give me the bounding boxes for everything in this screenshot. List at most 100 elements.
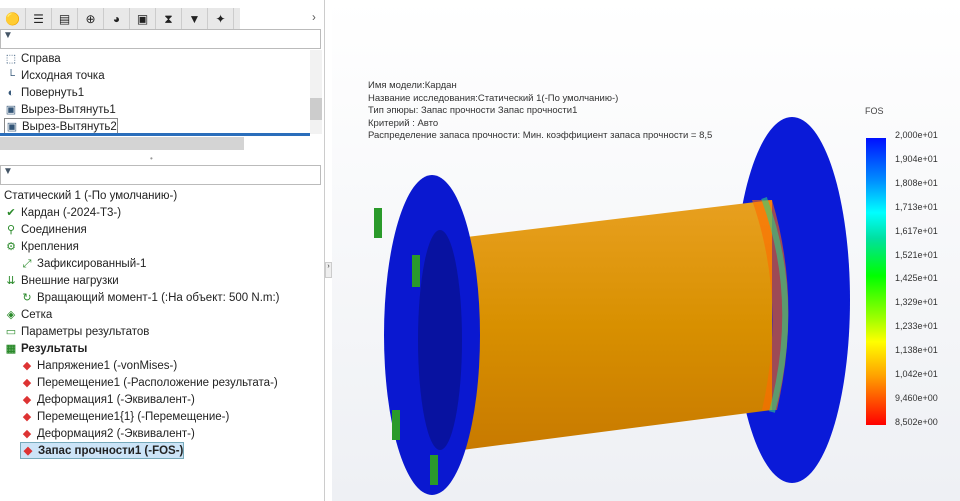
info-line: Тип эпюры: Запас прочности Запас прочнос… bbox=[368, 105, 578, 116]
result-options-icon: ▭ bbox=[5, 325, 17, 338]
legend-label: 8,502e+00 bbox=[895, 416, 938, 427]
info-line: Название исследования:Статический 1(-По … bbox=[368, 92, 619, 104]
legend-label: 1,425e+01 bbox=[895, 273, 938, 284]
sim-item-label: Статический 1 (-По умолчанию-) bbox=[4, 189, 178, 202]
origin-icon: └ bbox=[7, 69, 15, 82]
plot-icon: ◆ bbox=[23, 444, 33, 457]
cut-extrude-icon: ▣ bbox=[6, 120, 18, 133]
tab-configuration-icon[interactable]: ▤ bbox=[52, 8, 78, 30]
sim-item-label: Перемещение1{1} (-Перемещение-) bbox=[37, 410, 230, 423]
chevron-right-icon[interactable]: › bbox=[312, 12, 316, 24]
results-folder-icon: ▦ bbox=[5, 342, 17, 355]
loads-icon: ⇊ bbox=[6, 274, 16, 287]
sim-tree-item[interactable]: ◆ Перемещение1{1} (-Перемещение-) bbox=[20, 408, 230, 425]
sim-item-label: Зафиксированный-1 bbox=[37, 257, 147, 270]
feature-label: Исходная точка bbox=[21, 69, 105, 82]
tab-property-manager-icon[interactable]: ☰ bbox=[26, 8, 52, 30]
feature-tree-item[interactable]: ▣ Вырез-Вытянуть1 bbox=[4, 101, 116, 118]
legend-label: 1,329e+01 bbox=[895, 297, 938, 308]
legend-label: 1,233e+01 bbox=[895, 321, 938, 332]
sim-tree-item[interactable]: ◆ Деформация1 (-Эквивалент-) bbox=[20, 391, 195, 408]
sim-tree-item[interactable]: ↻ Вращающий момент-1 (:На объект: 500 N.m… bbox=[20, 289, 280, 306]
part-icon: ✔ bbox=[6, 206, 16, 219]
horizontal-scrollbar[interactable] bbox=[0, 137, 244, 150]
tab-flow-icon[interactable]: ▼ bbox=[182, 8, 208, 30]
legend-label: 1,042e+01 bbox=[895, 369, 938, 379]
cut-extrude-icon: ▣ bbox=[5, 103, 17, 116]
sim-tree-item[interactable]: ◆ Запас прочности1 (-FOS-) bbox=[20, 442, 185, 459]
sim-tree-item[interactable]: ⚙ Крепления bbox=[4, 238, 79, 255]
sim-tree-item[interactable]: ▭ Параметры результатов bbox=[4, 323, 150, 340]
plot-icon: ◆ bbox=[22, 410, 32, 423]
torque-icon: ↻ bbox=[22, 291, 32, 304]
sim-tree-item[interactable]: ◈ Сетка bbox=[4, 306, 53, 323]
plot-icon: ◆ bbox=[22, 376, 32, 389]
legend-label: 1,713e+01 bbox=[895, 201, 938, 212]
filter-input[interactable]: ▼ bbox=[0, 29, 321, 49]
feature-tree-item[interactable]: ◐ Повернуть1 bbox=[4, 84, 85, 101]
sim-tree-item[interactable]: ⚲ Соединения bbox=[4, 221, 87, 238]
legend-title: FOS bbox=[865, 106, 884, 116]
plane-icon: ⬚ bbox=[5, 52, 17, 65]
sim-item-label: Соединения bbox=[21, 223, 87, 236]
feature-tree-item[interactable]: ⬚ Справа bbox=[4, 50, 61, 67]
sim-item-label: Деформация1 (-Эквивалент-) bbox=[37, 393, 195, 406]
legend-label: 1,617e+01 bbox=[895, 225, 938, 236]
legend-label: 2,000e+01 bbox=[895, 130, 938, 140]
sim-item-label: Деформация2 (-Эквивалент-) bbox=[37, 427, 195, 440]
sim-item-label: Крепления bbox=[21, 240, 79, 253]
sim-item-label: Внешние нагрузки bbox=[21, 274, 119, 287]
legend-label: 1,521e+01 bbox=[895, 249, 938, 260]
tab-simulation-icon[interactable]: ⧗ bbox=[156, 8, 182, 30]
connections-icon: ⚲ bbox=[6, 223, 16, 236]
sim-tree-item[interactable]: ⤢ Зафиксированный-1 bbox=[20, 255, 147, 272]
info-line: Имя модели:Кардан bbox=[368, 80, 457, 91]
vertical-scrollbar[interactable] bbox=[310, 50, 322, 134]
feature-label: Вырез-Вытянуть2 bbox=[22, 120, 117, 133]
cylinder-body bbox=[442, 200, 772, 450]
panel-collapse-handle[interactable]: › bbox=[325, 262, 332, 278]
sim-filter-input[interactable]: ▼ bbox=[0, 165, 321, 185]
tab-dimxpert-icon[interactable]: ⊕ bbox=[78, 8, 104, 30]
legend-label: 1,904e+01 bbox=[895, 153, 938, 164]
manager-tabs: 🟡 ☰ ▤ ⊕ ◕ ▣ ⧗ ▼ ✦ bbox=[0, 8, 240, 30]
feature-tree-item[interactable]: └ Исходная точка bbox=[4, 67, 105, 84]
sim-tree-item[interactable]: ◆ Деформация2 (-Эквивалент-) bbox=[20, 425, 195, 442]
legend-color-bar bbox=[866, 138, 886, 425]
fixed-icon: ⤢ bbox=[22, 257, 32, 270]
fixtures-icon: ⚙ bbox=[6, 240, 16, 253]
sim-item-label: Напряжение1 (-vonMises-) bbox=[37, 359, 178, 372]
sim-item-label: Результаты bbox=[21, 342, 88, 355]
sim-item-label: Кардан (-2024-T3-) bbox=[21, 206, 122, 219]
sim-tree-item[interactable]: Статический 1 (-По умолчанию-) bbox=[4, 187, 177, 204]
sim-tree-item[interactable]: ▦ Результаты bbox=[4, 340, 88, 357]
feature-label: Вырез-Вытянуть1 bbox=[21, 103, 116, 116]
sim-item-label: Параметры результатов bbox=[21, 325, 150, 338]
legend-label: 9,460e+00 bbox=[895, 392, 938, 403]
legend-label: 1,808e+01 bbox=[895, 177, 938, 188]
tab-display-manager-icon[interactable]: ◕ bbox=[104, 8, 130, 30]
plot-icon: ◆ bbox=[22, 427, 32, 440]
tab-feature-manager-icon[interactable]: 🟡 bbox=[0, 8, 26, 30]
rollback-bar[interactable] bbox=[0, 133, 310, 136]
feature-label: Повернуть1 bbox=[21, 86, 85, 99]
plot-icon: ◆ bbox=[22, 393, 32, 406]
feature-manager-panel: 🟡 ☰ ▤ ⊕ ◕ ▣ ⧗ ▼ ✦ › ▼ ⬚ Справа └ Исходная т… bbox=[0, 0, 325, 501]
plot-icon: ◆ bbox=[22, 359, 32, 372]
mesh-icon: ◈ bbox=[6, 308, 16, 321]
splitter-handle[interactable]: • bbox=[150, 154, 153, 163]
scroll-thumb[interactable] bbox=[310, 98, 322, 120]
plot-info: Имя модели:Кардан Название исследования:С… bbox=[368, 80, 712, 143]
tab-addin-icon[interactable]: ✦ bbox=[208, 8, 234, 30]
info-line: Распределение запаса прочности: Мин. коэ… bbox=[368, 130, 713, 141]
sim-tree-item[interactable]: ✔ Кардан (-2024-T3-) bbox=[4, 204, 121, 221]
tab-cam-icon[interactable]: ▣ bbox=[130, 8, 156, 30]
sim-tree-item[interactable]: ⇊ Внешние нагрузки bbox=[4, 272, 119, 289]
sim-item-label: Запас прочности1 (-FOS-) bbox=[38, 444, 184, 457]
sim-item-label: Вращающий момент-1 (:На объект: 500 N.m:… bbox=[37, 291, 280, 304]
legend-label: 1,138e+01 bbox=[895, 345, 938, 356]
sim-tree-item[interactable]: ◆ Перемещение1 (-Расположение результата-… bbox=[20, 374, 278, 391]
sim-item-label: Перемещение1 (-Расположение результата-) bbox=[37, 376, 278, 389]
sim-item-label: Сетка bbox=[21, 308, 53, 321]
sim-tree-item[interactable]: ◆ Напряжение1 (-vonMises-) bbox=[20, 357, 177, 374]
